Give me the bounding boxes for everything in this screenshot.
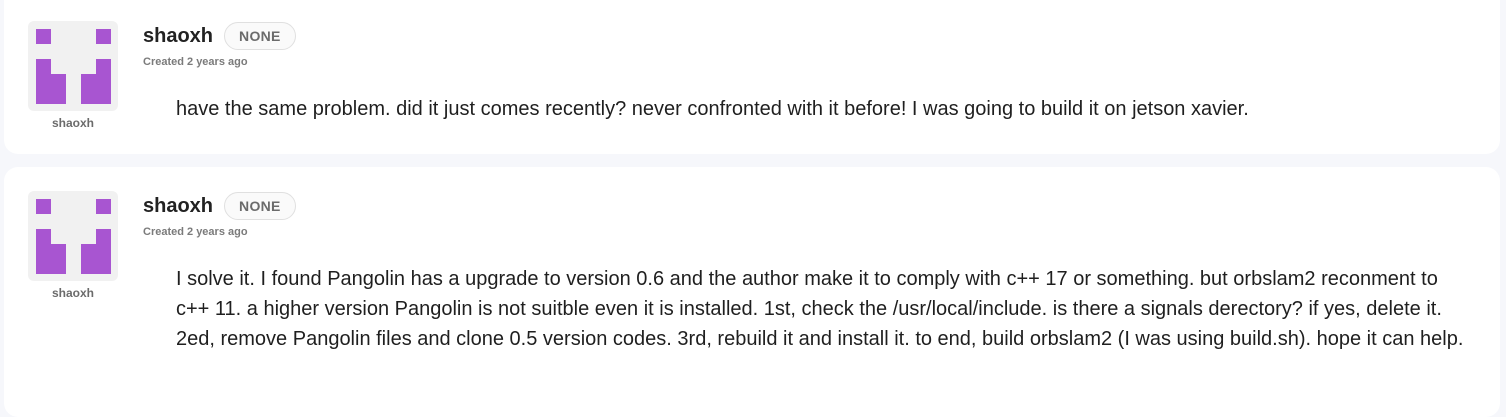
comment-card: shaoxh shaoxh NONE Created 2 years ago I… [4,167,1500,417]
created-timestamp: Created 2 years ago [143,56,248,68]
avatar-username[interactable]: shaoxh [28,116,118,130]
avatar[interactable] [28,21,118,111]
comment-body: have the same problem. did it just comes… [176,98,1249,120]
comment-header: shaoxh NONE [143,192,296,220]
username[interactable]: shaoxh [143,25,213,48]
role-badge: NONE [224,22,296,50]
avatar-username[interactable]: shaoxh [28,286,118,300]
comment-body: I solve it. I found Pangolin has a upgra… [176,268,1464,350]
avatar-column: shaoxh [28,21,118,130]
role-badge: NONE [224,192,296,220]
created-timestamp: Created 2 years ago [143,226,248,238]
username[interactable]: shaoxh [143,195,213,218]
comment-card: shaoxh shaoxh NONE Created 2 years ago h… [4,0,1500,154]
avatar[interactable] [28,191,118,281]
comment-header: shaoxh NONE [143,22,296,50]
avatar-column: shaoxh [28,191,118,300]
